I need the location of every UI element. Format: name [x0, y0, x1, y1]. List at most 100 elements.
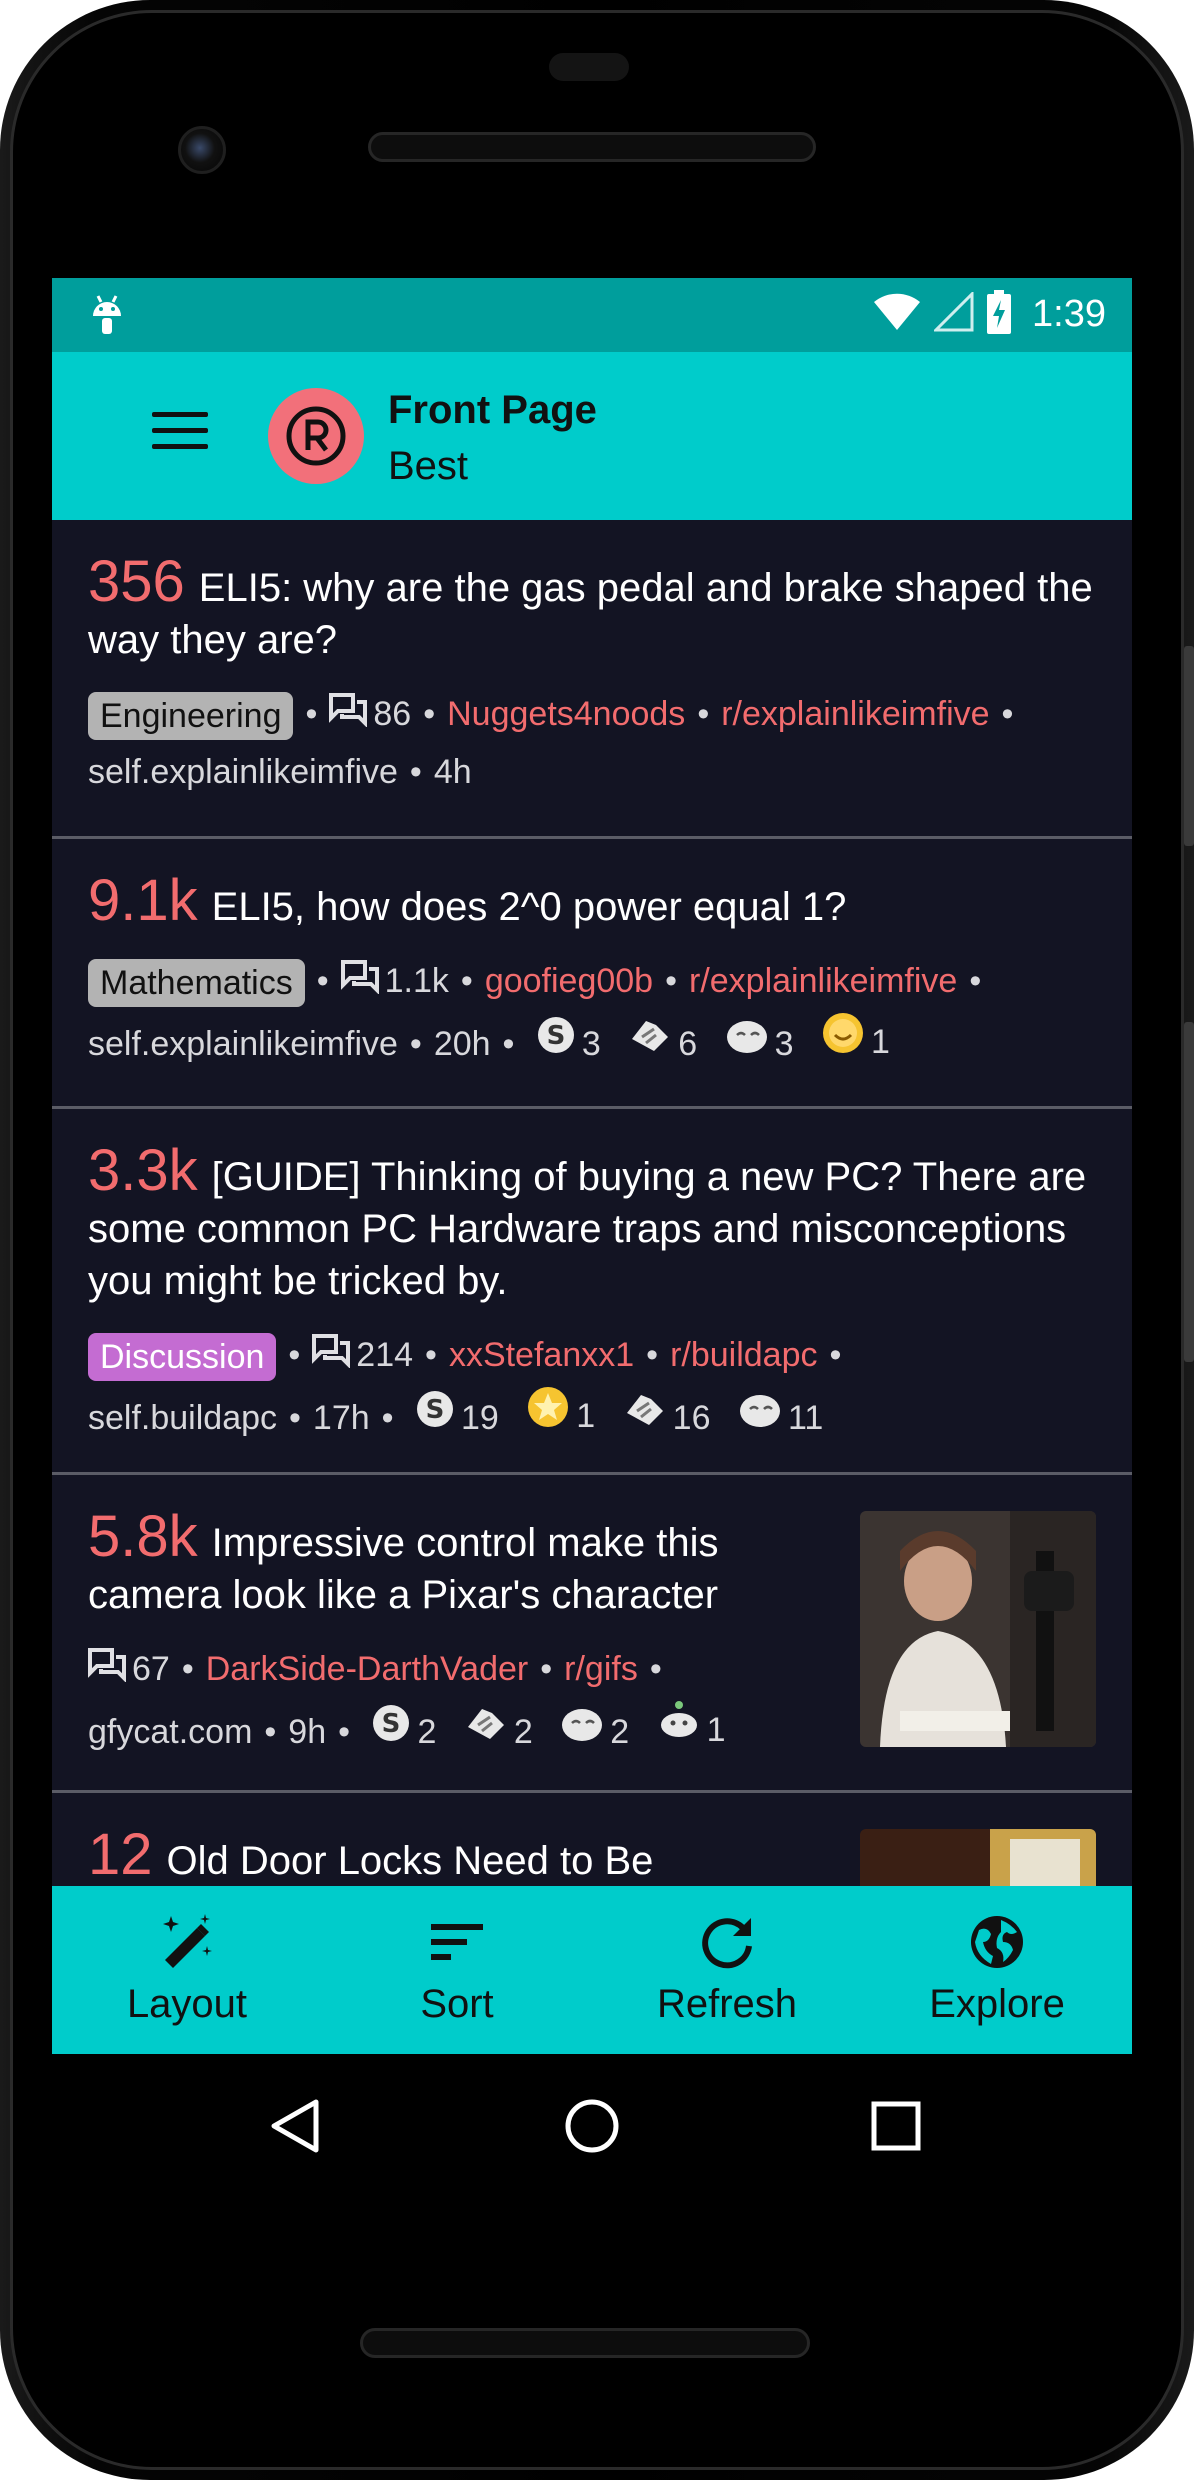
post-age: 17h	[312, 1399, 370, 1438]
handshake-award-icon	[628, 1015, 672, 1072]
award-helpful[interactable]: 2	[464, 1703, 533, 1760]
post-meta: Engineering • 86 • Nuggets4noods • r/explainli…	[88, 686, 1096, 800]
post-flair[interactable]: Engineering	[88, 692, 294, 741]
sort-subtitle: Best	[388, 444, 469, 488]
award-helpful[interactable]: 16	[623, 1389, 711, 1446]
post-domain[interactable]: gfycat.com	[88, 1713, 252, 1751]
explore-button[interactable]: Explore	[862, 1886, 1132, 2054]
award-count: 16	[672, 1398, 711, 1437]
post-author[interactable]: DarkSide-DarthVader	[206, 1650, 529, 1688]
power-button	[1184, 1022, 1194, 1362]
award-gold-face[interactable]: 1	[821, 1011, 890, 1072]
sort-label: Sort	[420, 1982, 494, 2026]
sort-button[interactable]: Sort	[322, 1886, 592, 2054]
post-thumbnail[interactable]	[860, 1511, 1096, 1747]
post-title-line[interactable]: 356 ELI5: why are the gas pedal and brake…	[88, 553, 1096, 666]
volume-button	[1184, 646, 1194, 846]
svg-text:S: S	[382, 1709, 401, 1739]
explore-label: Explore	[929, 1982, 1065, 2026]
post-domain[interactable]: self.explainlikeimfive	[88, 1025, 398, 1063]
gold-award-icon	[526, 1385, 570, 1446]
award-helpful[interactable]: 6	[628, 1015, 697, 1072]
page-title: Front Page	[388, 388, 597, 432]
post-subreddit[interactable]: r/buildapc	[670, 1336, 817, 1374]
post-title: Old Door Locks Need to Be	[166, 1839, 654, 1883]
post-meta: Mathematics • 1.1k • goofieg00b • r/explainlik…	[88, 953, 1096, 1072]
post-subreddit[interactable]: r/gifs	[564, 1650, 638, 1688]
award-silver[interactable]: S 19	[415, 1389, 499, 1446]
post-title-line[interactable]: 9.1k ELI5, how does 2^0 power equal 1?	[88, 872, 1096, 933]
hamburger-icon	[152, 412, 208, 417]
phone-frame: 1:39 Front Page Best 356 ELI5: why are t…	[0, 0, 1194, 2480]
post-age: 4h	[433, 753, 472, 792]
award-count: 1	[871, 1022, 890, 1061]
post-feed[interactable]: 356 ELI5: why are the gas pedal and brake…	[52, 520, 1132, 2054]
snoo-award-icon	[657, 1699, 701, 1760]
post-author[interactable]: goofieg00b	[485, 962, 653, 1000]
comments-icon	[340, 955, 379, 1011]
post-title-line[interactable]: 12 Old Door Locks Need to Be	[88, 1826, 822, 1887]
award-gold[interactable]: 1	[526, 1385, 595, 1446]
post-age: 9h	[288, 1713, 327, 1752]
comment-count[interactable]: 1.1k	[385, 962, 449, 1000]
comment-count[interactable]: 67	[132, 1650, 170, 1688]
post-card[interactable]: 9.1k ELI5, how does 2^0 power equal 1? Ma…	[52, 839, 1132, 1109]
post-title-line[interactable]: 5.8k Impressive control make this camera …	[88, 1508, 822, 1621]
award-count: 3	[774, 1024, 794, 1063]
post-score: 9.1k	[88, 868, 198, 933]
post-score: 356	[88, 549, 185, 614]
post-title-line[interactable]: 3.3k [GUIDE] Thinking of buying a new PC?…	[88, 1142, 1096, 1307]
back-triangle-icon	[271, 2099, 319, 2153]
app-screen: 1:39 Front Page Best 356 ELI5: why are t…	[52, 278, 1132, 2054]
post-card[interactable]: 3.3k [GUIDE] Thinking of buying a new PC?…	[52, 1109, 1132, 1475]
sort-icon	[431, 1924, 483, 1960]
award-count: 6	[678, 1024, 698, 1063]
recents-button[interactable]	[866, 2096, 926, 2161]
award-silver[interactable]: S3	[536, 1015, 601, 1072]
award-wholesome[interactable]: 2	[560, 1703, 629, 1760]
home-button[interactable]	[562, 2096, 622, 2161]
post-title: ELI5: why are the gas pedal and brake sh…	[88, 566, 1093, 662]
recents-square-icon	[871, 2101, 921, 2151]
post-card[interactable]: 356 ELI5: why are the gas pedal and brake…	[52, 520, 1132, 839]
layout-button[interactable]: Layout	[52, 1886, 322, 2054]
wholesome-award-icon	[725, 1015, 769, 1072]
silver-award-icon: S	[536, 1015, 576, 1072]
wifi-icon	[872, 292, 922, 337]
comment-count[interactable]: 86	[373, 695, 411, 733]
post-domain[interactable]: self.buildapc	[88, 1399, 277, 1437]
handshake-award-icon	[623, 1389, 667, 1446]
battery-icon	[986, 290, 1012, 339]
post-subreddit[interactable]: r/explainlikeimfive	[721, 695, 989, 733]
post-flair[interactable]: Discussion	[88, 1333, 277, 1382]
award-count: 3	[581, 1024, 601, 1063]
post-score: 5.8k	[88, 1504, 198, 1569]
refresh-icon	[702, 1918, 752, 1969]
post-score: 3.3k	[88, 1138, 198, 1203]
app-toolbar: Front Page Best	[52, 352, 1132, 520]
refresh-button[interactable]: Refresh	[592, 1886, 862, 2054]
back-button[interactable]	[266, 2096, 326, 2161]
front-camera	[178, 126, 226, 174]
sunny-face-award-icon	[821, 1011, 865, 1072]
award-silver[interactable]: S2	[371, 1703, 436, 1760]
comments-icon	[88, 1643, 126, 1699]
post-author[interactable]: xxStefanxx1	[449, 1336, 634, 1374]
comment-count[interactable]: 214	[356, 1336, 413, 1374]
cell-signal-icon	[932, 290, 974, 337]
comments-icon	[312, 1329, 351, 1385]
post-card[interactable]: 5.8k Impressive control make this camera …	[52, 1475, 1132, 1793]
award-wholesome[interactable]: 3	[725, 1015, 794, 1072]
clock: 1:39	[1032, 293, 1106, 335]
post-subreddit[interactable]: r/explainlikeimfive	[689, 962, 957, 1000]
menu-button[interactable]	[152, 412, 208, 456]
post-author[interactable]: Nuggets4noods	[447, 695, 685, 733]
post-flair[interactable]: Mathematics	[88, 959, 305, 1008]
post-domain[interactable]: self.explainlikeimfive	[88, 753, 398, 791]
subreddit-avatar[interactable]	[268, 388, 364, 484]
award-wholesome[interactable]: 11	[738, 1389, 823, 1446]
svg-text:S: S	[426, 1395, 445, 1425]
award-snoo[interactable]: 1	[657, 1699, 726, 1760]
status-bar: 1:39	[52, 278, 1132, 352]
globe-icon	[971, 1916, 1023, 1968]
